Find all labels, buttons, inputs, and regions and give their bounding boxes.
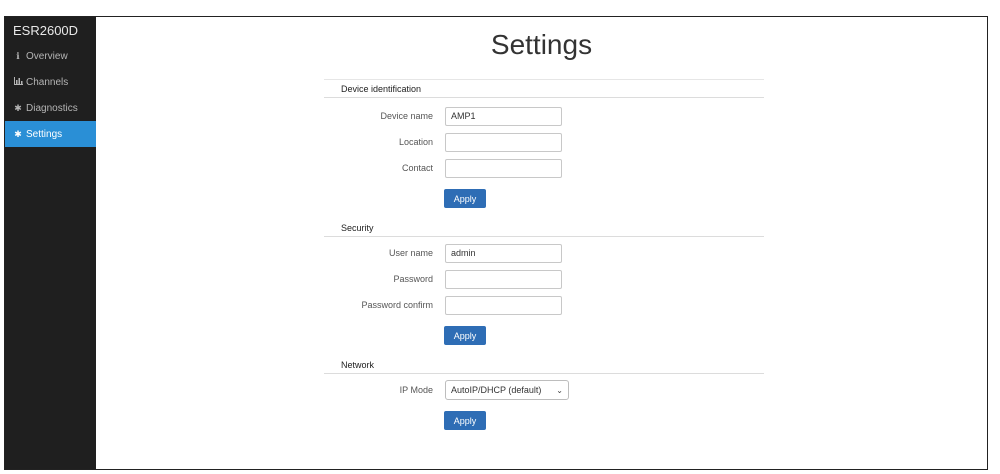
apply-network-button[interactable]: Apply xyxy=(444,411,486,430)
bar-chart-icon xyxy=(13,77,23,87)
page-title: Settings xyxy=(490,29,593,60)
network-button-row: Apply xyxy=(324,409,764,435)
sidebar-item-channels[interactable]: Channels xyxy=(5,69,96,95)
location-label: Location xyxy=(398,137,433,147)
form-row-user-name: User name xyxy=(324,240,764,266)
chevron-down-icon: ⌄ xyxy=(556,385,563,395)
section-heading-device: Device identification xyxy=(324,80,764,98)
password-confirm-input[interactable] xyxy=(445,295,562,315)
sidebar-item-settings[interactable]: ✱ Settings xyxy=(5,121,96,147)
app-frame: ESR2600D ℹ Overview Channels ✱ Diagnosti… xyxy=(4,16,988,470)
settings-form: Device identification Device name Locati… xyxy=(324,79,764,441)
brand-title: ESR2600D xyxy=(13,23,79,38)
section-heading-network: Network xyxy=(324,356,764,374)
user-name-input[interactable] xyxy=(445,243,562,263)
form-row-device-name: Device name xyxy=(324,103,764,129)
sidebar-item-label: Diagnostics xyxy=(26,102,78,114)
form-row-ip-mode: IP Mode AutoIP/DHCP (default) ⌄ xyxy=(324,377,764,403)
info-icon: ℹ xyxy=(16,50,20,61)
form-row-password-confirm: Password confirm xyxy=(324,292,764,318)
ip-mode-value: AutoIP/DHCP (default) xyxy=(451,385,542,395)
section-heading-security: Security xyxy=(324,219,764,237)
sidebar-item-label: Settings xyxy=(26,128,63,140)
password-confirm-label: Password confirm xyxy=(361,300,433,310)
password-input[interactable] xyxy=(445,269,562,289)
user-name-label: User name xyxy=(388,248,433,258)
form-row-contact: Contact xyxy=(324,155,764,181)
contact-input[interactable] xyxy=(445,158,562,178)
ip-mode-label: IP Mode xyxy=(399,385,433,395)
sidebar-item-overview[interactable]: ℹ Overview xyxy=(5,43,96,69)
sidebar: ESR2600D ℹ Overview Channels ✱ Diagnosti… xyxy=(5,17,96,469)
form-row-location: Location xyxy=(324,129,764,155)
device-name-label: Device name xyxy=(380,111,433,121)
main-content: Settings Device identification Device na… xyxy=(96,17,987,469)
gear-icon: ✱ xyxy=(14,128,22,139)
password-label: Password xyxy=(393,274,433,284)
device-name-input[interactable] xyxy=(445,106,562,126)
contact-label: Contact xyxy=(401,163,433,173)
ip-mode-select[interactable]: AutoIP/DHCP (default) ⌄ xyxy=(445,380,569,400)
apply-security-button[interactable]: Apply xyxy=(444,326,486,345)
sidebar-item-diagnostics[interactable]: ✱ Diagnostics xyxy=(5,95,96,121)
gear-icon: ✱ xyxy=(14,102,22,113)
device-button-row: Apply xyxy=(324,187,764,213)
sidebar-item-label: Overview xyxy=(26,50,68,62)
security-button-row: Apply xyxy=(324,324,764,350)
apply-device-button[interactable]: Apply xyxy=(444,189,486,208)
sidebar-item-label: Channels xyxy=(26,76,69,88)
location-input[interactable] xyxy=(445,132,562,152)
form-row-password: Password xyxy=(324,266,764,292)
